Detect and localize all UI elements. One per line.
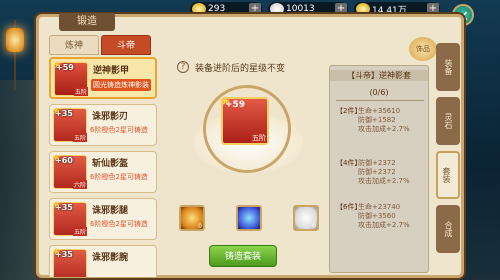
- bracer-icon: ★ +35: [52, 247, 87, 277]
- set-title: 【斗帝】逆神影套: [330, 70, 428, 81]
- bonus-group-2: 【2件】 生命+35610 防御+1582 攻击加成+2.7%: [336, 107, 410, 133]
- bonus-group-6: 【6件】 生命+23740 防御+3560 攻击加成+2.7%: [336, 203, 410, 229]
- sword-icon: ★ +35 五阶: [52, 106, 87, 142]
- tab-doudi[interactable]: 斗帝: [101, 35, 151, 55]
- list-item[interactable]: ★ +35 五阶 诛邪影刃 6阶橙色2星可铸造: [49, 104, 157, 146]
- item-status: 6阶橙色2星可铸造: [90, 220, 148, 228]
- item-name: 诛邪影腕: [92, 253, 129, 263]
- list-item[interactable]: ★ +59 五阶 逆神影甲 圆光铸造炼神影装: [49, 57, 157, 99]
- material-silver-ore-icon[interactable]: 0: [293, 205, 319, 231]
- forge-panel: 锻造 炼神 斗帝 饰品 ★ +59 五阶 逆神影甲 圆光铸造炼神影装 ★ +35…: [36, 13, 466, 278]
- currency-gold-value: 293: [208, 4, 226, 14]
- list-item[interactable]: ★ +35 诛邪影腕: [49, 245, 157, 277]
- set-bonus-panel: 【斗帝】逆神影套 (0/6) 【2件】 生命+35610 防御+1582 攻击加…: [329, 65, 429, 273]
- item-name: 诛邪影腿: [92, 206, 129, 216]
- bonus-group-4: 【4件】 防御+2372 防御+2372 攻击加成+2.7%: [336, 159, 410, 185]
- help-icon[interactable]: ?: [177, 61, 189, 73]
- forge-preview: ? 装备进阶后的星级不变 ★ +59 五阶 0 0 铸造套装: [167, 57, 327, 273]
- tab-synthesis[interactable]: 合成: [436, 205, 460, 253]
- side-tabs: 装备 灵石 套装 合成: [436, 43, 466, 273]
- selected-armor-icon: ★ +59 五阶: [220, 94, 269, 145]
- item-name: 斩仙影盔: [92, 159, 129, 169]
- tab-equipment[interactable]: 装备: [436, 43, 460, 91]
- accessory-badge[interactable]: 饰品: [409, 37, 437, 61]
- material-orb-icon[interactable]: [236, 205, 262, 231]
- panel-title: 锻造: [59, 13, 115, 31]
- item-status: 6阶橙色2星可铸造: [90, 126, 148, 134]
- item-name: 逆神影甲: [93, 66, 130, 76]
- item-name: 诛邪影刃: [92, 112, 129, 122]
- list-item[interactable]: ★ +60 六阶 斩仙影盔 6阶橙色2星可铸造: [49, 151, 157, 193]
- set-progress: (0/6): [369, 88, 389, 97]
- tab-spirit-stone[interactable]: 灵石: [436, 97, 460, 145]
- item-status: 圆光铸造炼神影装: [91, 79, 151, 91]
- tab-lianshen[interactable]: 炼神: [49, 35, 99, 55]
- forge-set-button[interactable]: 铸造套装: [209, 245, 277, 267]
- list-item[interactable]: ★ +35 五阶 诛邪影腿 6阶橙色2星可铸造: [49, 198, 157, 240]
- forge-tabs: 炼神 斗帝: [49, 35, 151, 55]
- tab-set[interactable]: 套装: [436, 151, 460, 199]
- material-slots: 0 0: [179, 205, 319, 235]
- currency-silver-value: 10013: [286, 4, 315, 14]
- forge-hint: 装备进阶后的星级不变: [195, 64, 286, 74]
- helmet-icon: ★ +60 六阶: [52, 153, 87, 189]
- game-scene: 293 + 10013 + 14.41万 + ✕ 锻造 炼神 斗帝 饰品 ★ +…: [0, 0, 500, 280]
- boots-icon: ★ +35 五阶: [52, 200, 87, 236]
- equipment-list: ★ +59 五阶 逆神影甲 圆光铸造炼神影装 ★ +35 五阶 诛邪影刃 6阶橙…: [49, 57, 161, 277]
- armor-icon: ★ +59 五阶: [53, 60, 88, 96]
- material-gold-ore-icon[interactable]: 0: [179, 205, 205, 231]
- divider: [336, 100, 424, 101]
- item-status: 6阶橙色2星可铸造: [90, 173, 148, 181]
- lantern-icon: [6, 28, 24, 52]
